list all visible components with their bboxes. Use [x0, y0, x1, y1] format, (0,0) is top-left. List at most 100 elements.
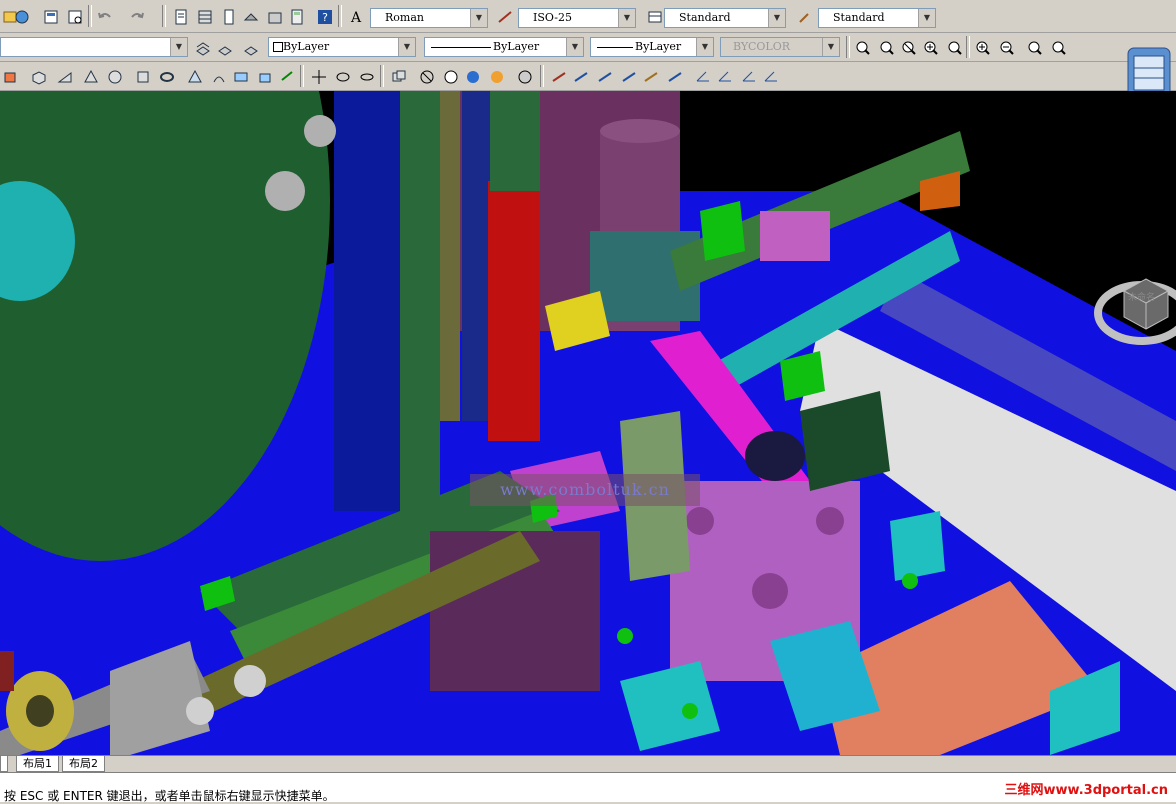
sheet-set-icon[interactable]	[240, 6, 262, 28]
3d-rotate-icon[interactable]	[332, 66, 354, 88]
markup-icon[interactable]	[264, 6, 286, 28]
chevron-down-icon[interactable]: ▼	[170, 38, 187, 56]
chevron-down-icon[interactable]: ▼	[470, 9, 487, 27]
layers-properties-toolbar: ▼ ByLayer ▼ ByLayer ▼ ByLayer ▼ BYCOLOR ▼	[0, 33, 1176, 62]
dim-style-value: ISO-25	[533, 11, 573, 24]
separator	[88, 5, 92, 27]
site-watermark: 三维网www.3dportal.cn	[1004, 783, 1168, 798]
planar-surface-icon[interactable]	[230, 66, 252, 88]
dim-continue-icon[interactable]	[760, 66, 782, 88]
dim-ordinate-icon[interactable]	[618, 66, 640, 88]
cylinder-icon[interactable]	[132, 66, 154, 88]
layer-states-icon[interactable]	[214, 37, 236, 59]
pyramid-icon[interactable]	[184, 66, 206, 88]
svg-text:A: A	[350, 10, 362, 26]
zoom-out-icon[interactable]	[996, 37, 1018, 59]
box-icon[interactable]	[28, 66, 50, 88]
plot-icon[interactable]	[40, 6, 62, 28]
presspull-icon[interactable]	[276, 66, 298, 88]
dim-style-icon[interactable]	[494, 6, 516, 28]
zoom-window-icon[interactable]	[898, 37, 920, 59]
visual-style-hidden-icon[interactable]	[440, 66, 462, 88]
text-style-select[interactable]: Roman ▼	[370, 8, 488, 28]
multileader-style-select[interactable]: Standard ▼	[818, 8, 936, 28]
cad-model-render	[0, 91, 1176, 755]
3d-align-icon[interactable]	[356, 66, 378, 88]
dim-angular-icon[interactable]	[692, 66, 714, 88]
visual-styles-manager-icon[interactable]	[514, 66, 536, 88]
command-line[interactable]: 按 ESC 或 ENTER 键退出，或者单击鼠标右键显示快捷菜单。 三维网www…	[0, 772, 1176, 803]
layer-previous-icon[interactable]	[192, 37, 214, 59]
dim-arc-icon[interactable]	[594, 66, 616, 88]
drawing-viewport[interactable]: www.comboltuk.cn 未命名	[0, 91, 1176, 755]
tool-palettes-icon[interactable]	[218, 6, 240, 28]
tab-layout1[interactable]: 布局1	[16, 756, 59, 772]
linetype-control-value: ByLayer	[493, 40, 540, 53]
pan-icon[interactable]	[852, 37, 874, 59]
multileader-style-icon[interactable]	[794, 6, 816, 28]
calculator-icon[interactable]	[286, 6, 308, 28]
visual-style-conceptual-icon[interactable]	[486, 66, 508, 88]
dim-radius-icon[interactable]	[640, 66, 662, 88]
help-icon[interactable]: ?	[314, 6, 336, 28]
linetype-control-select[interactable]: ByLayer ▼	[424, 37, 584, 57]
viewcube-label[interactable]: 未命名	[1128, 290, 1155, 303]
zoom-extents-icon[interactable]	[1048, 37, 1070, 59]
plot-preview-icon[interactable]	[64, 6, 86, 28]
table-style-select[interactable]: Standard ▼	[664, 8, 786, 28]
table-style-value: Standard	[679, 11, 731, 24]
viewcube-icon[interactable]	[1094, 251, 1176, 361]
design-center-icon[interactable]	[194, 6, 216, 28]
redo-icon[interactable]	[126, 6, 148, 28]
dim-diameter-icon[interactable]	[664, 66, 686, 88]
zoom-object-icon[interactable]	[944, 37, 966, 59]
color-control-value: ByLayer	[283, 40, 330, 53]
extrude-icon[interactable]	[254, 66, 276, 88]
dim-style-select[interactable]: ISO-25 ▼	[518, 8, 636, 28]
wedge-icon[interactable]	[54, 66, 76, 88]
visual-style-realistic-icon[interactable]	[462, 66, 484, 88]
layer-select[interactable]: ▼	[0, 37, 188, 57]
dim-linear-icon[interactable]	[548, 66, 570, 88]
chevron-down-icon[interactable]: ▼	[618, 9, 635, 27]
union-icon[interactable]	[388, 66, 410, 88]
chevron-down-icon[interactable]: ▼	[566, 38, 583, 56]
tab-model[interactable]	[0, 756, 8, 772]
torus-icon[interactable]	[156, 66, 178, 88]
zoom-in-icon[interactable]	[920, 37, 942, 59]
zoom-all-icon[interactable]	[1024, 37, 1046, 59]
lineweight-control-select[interactable]: ByLayer ▼	[590, 37, 714, 57]
text-style-icon[interactable]: A	[346, 6, 368, 28]
quick-dimension-icon[interactable]	[714, 66, 736, 88]
standard-toolbar: ? A Roman ▼ ISO-25 ▼ Standard ▼ Standard ▼	[0, 0, 1176, 33]
helix-icon[interactable]	[208, 66, 230, 88]
publish-icon[interactable]	[11, 6, 33, 28]
dim-aligned-icon[interactable]	[570, 66, 592, 88]
color-control-select[interactable]: ByLayer ▼	[268, 37, 416, 57]
chevron-down-icon[interactable]: ▼	[918, 9, 935, 27]
separator	[338, 5, 342, 27]
table-style-icon[interactable]	[644, 6, 666, 28]
command-prompt-text: 按 ESC 或 ENTER 键退出，或者单击鼠标右键显示快捷菜单。	[4, 789, 335, 803]
zoom-realtime-icon[interactable]	[876, 37, 898, 59]
visual-style-wireframe-icon[interactable]	[416, 66, 438, 88]
layout-tab-bar: 布局1 布局2	[0, 755, 1176, 772]
svg-text:?: ?	[322, 11, 328, 24]
make-object-layer-current-icon[interactable]	[240, 37, 262, 59]
zoom-in-plus-icon[interactable]	[972, 37, 994, 59]
3d-move-icon[interactable]	[308, 66, 330, 88]
separator	[540, 65, 544, 87]
polysolid-icon[interactable]	[0, 66, 22, 88]
properties-icon[interactable]	[170, 6, 192, 28]
tab-layout2[interactable]: 布局2	[62, 756, 105, 772]
separator	[380, 65, 384, 87]
dim-baseline-icon[interactable]	[738, 66, 760, 88]
chevron-down-icon[interactable]: ▼	[398, 38, 415, 56]
sphere-icon[interactable]	[104, 66, 126, 88]
text-style-value: Roman	[385, 11, 424, 24]
chevron-down-icon[interactable]: ▼	[768, 9, 785, 27]
chevron-down-icon[interactable]: ▼	[696, 38, 713, 56]
cone-icon[interactable]	[80, 66, 102, 88]
separator	[966, 36, 970, 58]
undo-icon[interactable]	[94, 6, 116, 28]
